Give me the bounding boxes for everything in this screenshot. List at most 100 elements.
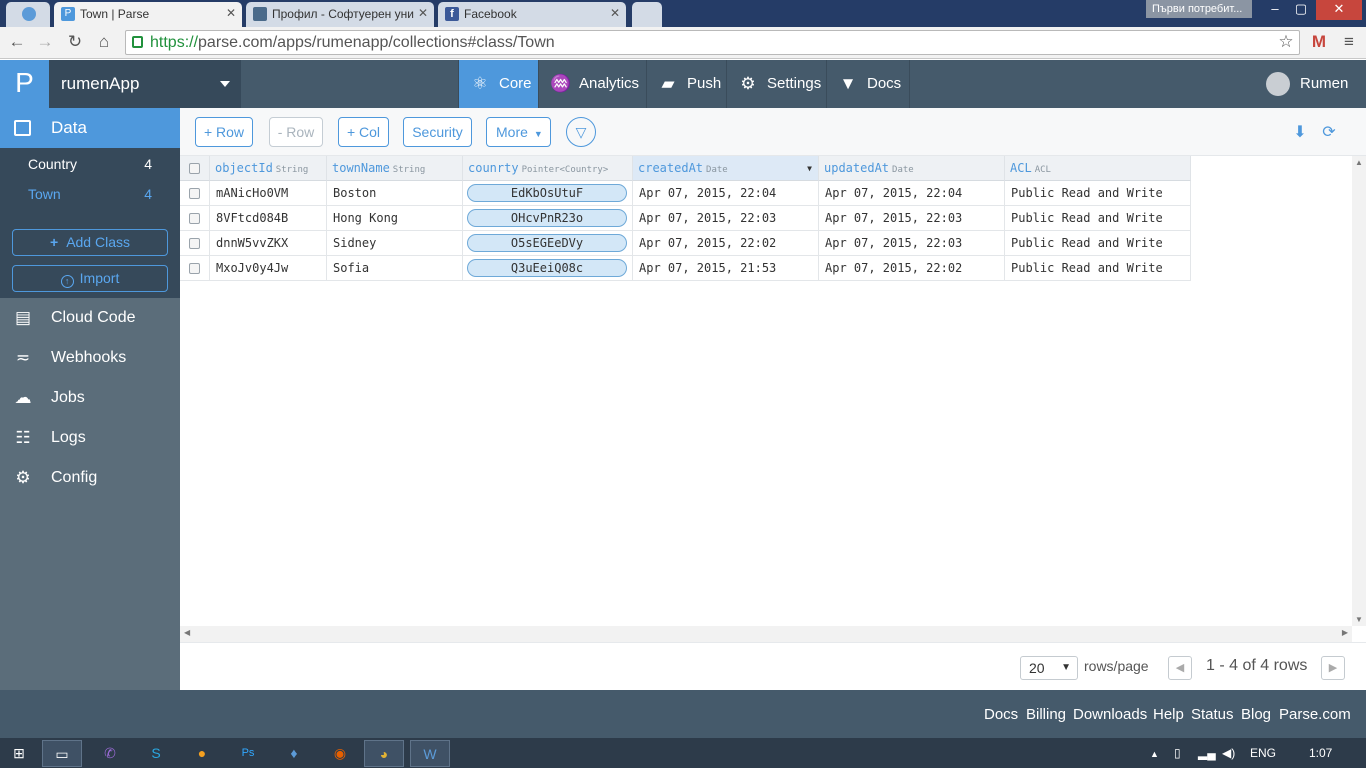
clock[interactable]: 1:07: [1309, 746, 1332, 760]
cell-createdat[interactable]: Apr 07, 2015, 21:53: [633, 256, 819, 281]
parse-logo[interactable]: P: [0, 60, 49, 108]
cell-updatedat[interactable]: Apr 07, 2015, 22:04: [819, 181, 1005, 206]
footer-link-status[interactable]: Status: [1191, 706, 1234, 723]
row-checkbox[interactable]: [189, 188, 200, 199]
back-icon[interactable]: ←: [6, 31, 28, 53]
close-icon[interactable]: ✕: [226, 6, 236, 20]
tab-parse[interactable]: P Town | Parse ✕: [54, 2, 242, 27]
cell-townname[interactable]: Hong Kong: [327, 206, 463, 231]
row-checkbox[interactable]: [189, 213, 200, 224]
avast-icon[interactable]: ●: [182, 740, 222, 767]
nav-analytics[interactable]: ♒ Analytics: [538, 60, 646, 108]
chrome-icon[interactable]: ◕: [364, 740, 404, 767]
scroll-left-icon[interactable]: ◀: [184, 628, 190, 637]
firefox-icon[interactable]: ◉: [320, 740, 360, 767]
pointer-pill[interactable]: O5sEGEeDVy: [467, 234, 627, 252]
close-icon[interactable]: ✕: [610, 6, 620, 20]
vertical-scrollbar[interactable]: ▲ ▼: [1352, 156, 1366, 626]
cell-objectid[interactable]: dnnW5vvZKX: [210, 231, 327, 256]
add-row-button[interactable]: + Row: [195, 117, 253, 147]
tab-globe[interactable]: [6, 2, 50, 27]
explorer-icon[interactable]: ▭: [42, 740, 82, 767]
word-icon[interactable]: W: [410, 740, 450, 767]
security-button[interactable]: Security: [403, 117, 472, 147]
select-all-checkbox[interactable]: [189, 163, 200, 174]
nav-core[interactable]: ⚛ Core: [458, 60, 538, 108]
profile-tag[interactable]: Първи потребит...: [1146, 0, 1252, 18]
sidebar-item-config[interactable]: ⚙ Config: [0, 458, 180, 498]
star-icon[interactable]: ☆: [1275, 31, 1297, 53]
column-header[interactable]: objectId String: [210, 156, 327, 181]
signal-icon[interactable]: ▂▄: [1198, 746, 1216, 760]
row-checkbox[interactable]: [189, 238, 200, 249]
tab-facebook[interactable]: f Facebook ✕: [438, 2, 626, 27]
cell-updatedat[interactable]: Apr 07, 2015, 22:02: [819, 256, 1005, 281]
cell-pointer[interactable]: Q3uEeiQ08c: [463, 256, 633, 281]
prev-page-button[interactable]: ◀: [1168, 656, 1192, 680]
windows-start-icon[interactable]: ⊞: [0, 740, 38, 767]
scroll-down-icon[interactable]: ▼: [1355, 615, 1363, 624]
battery-icon[interactable]: ▯: [1174, 746, 1181, 760]
class-item-town[interactable]: Town 4: [0, 179, 180, 209]
column-header[interactable]: townName String: [327, 156, 463, 181]
import-button[interactable]: ↑ Import: [12, 265, 168, 292]
language-indicator[interactable]: ENG: [1250, 746, 1276, 760]
footer-link-blog[interactable]: Blog: [1241, 706, 1271, 723]
cell-createdat[interactable]: Apr 07, 2015, 22:03: [633, 206, 819, 231]
cell-acl[interactable]: Public Read and Write: [1005, 256, 1191, 281]
forward-icon[interactable]: →: [34, 31, 56, 53]
cell-townname[interactable]: Sofia: [327, 256, 463, 281]
cell-objectid[interactable]: MxoJv0y4Jw: [210, 256, 327, 281]
app-selector[interactable]: rumenApp: [49, 60, 241, 108]
drop-icon[interactable]: ♦: [274, 740, 314, 767]
tab-softuni[interactable]: Профил - Софтуерен уни ✕: [246, 2, 434, 27]
gmail-icon[interactable]: M: [1308, 31, 1330, 53]
cell-acl[interactable]: Public Read and Write: [1005, 231, 1191, 256]
reload-icon[interactable]: ↻: [64, 31, 86, 53]
cell-createdat[interactable]: Apr 07, 2015, 22:04: [633, 181, 819, 206]
next-page-button[interactable]: ▶: [1321, 656, 1345, 680]
pointer-pill[interactable]: OHcvPnR23o: [467, 209, 627, 227]
column-header[interactable]: updatedAt Date: [819, 156, 1005, 181]
scroll-right-icon[interactable]: ▶: [1342, 628, 1348, 637]
cell-updatedat[interactable]: Apr 07, 2015, 22:03: [819, 206, 1005, 231]
cell-updatedat[interactable]: Apr 07, 2015, 22:03: [819, 231, 1005, 256]
class-item-country[interactable]: Country 4: [0, 149, 180, 179]
footer-link-docs[interactable]: Docs: [984, 706, 1018, 723]
pointer-pill[interactable]: Q3uEeiQ08c: [467, 259, 627, 277]
photoshop-icon[interactable]: Ps: [228, 740, 268, 767]
add-column-button[interactable]: + Col: [338, 117, 389, 147]
column-header[interactable]: createdAt Date ▼: [633, 156, 819, 181]
window-close-icon[interactable]: ✕: [1316, 0, 1362, 20]
home-icon[interactable]: ⌂: [93, 31, 115, 53]
footer-link-downloads[interactable]: Downloads: [1073, 706, 1147, 723]
viber-icon[interactable]: ✆: [90, 740, 130, 767]
more-button[interactable]: More ▼: [486, 117, 551, 147]
export-icon[interactable]: ⬇: [1291, 124, 1309, 142]
nav-docs[interactable]: ▼ Docs: [826, 60, 910, 108]
cell-objectid[interactable]: 8VFtcd084B: [210, 206, 327, 231]
tray-expand-icon[interactable]: ▲: [1150, 749, 1159, 759]
sort-desc-icon[interactable]: ▼: [807, 156, 812, 180]
row-checkbox[interactable]: [189, 263, 200, 274]
sidebar-item-webhooks[interactable]: ≂ Webhooks: [0, 338, 180, 378]
column-header[interactable]: counrty Pointer<Country>: [463, 156, 633, 181]
sidebar-item-logs[interactable]: ☷ Logs: [0, 418, 180, 458]
nav-settings[interactable]: ⚙ Settings: [726, 60, 826, 108]
pointer-pill[interactable]: EdKbOsUtuF: [467, 184, 627, 202]
refresh-icon[interactable]: ⟳: [1320, 124, 1338, 142]
add-class-button[interactable]: + Add Class: [12, 229, 168, 256]
menu-icon[interactable]: ≡: [1338, 31, 1360, 53]
skype-icon[interactable]: S: [136, 740, 176, 767]
cell-pointer[interactable]: OHcvPnR23o: [463, 206, 633, 231]
filter-button[interactable]: ▽: [566, 117, 596, 147]
sidebar-item-cloud-code[interactable]: ▤ Cloud Code: [0, 298, 180, 338]
cell-townname[interactable]: Sidney: [327, 231, 463, 256]
url-input[interactable]: https://parse.com/apps/rumenapp/collecti…: [125, 30, 1300, 55]
sidebar-item-data[interactable]: Data: [0, 108, 180, 148]
sidebar-item-jobs[interactable]: ☁ Jobs: [0, 378, 180, 418]
minimize-icon[interactable]: –: [1262, 0, 1288, 20]
cell-acl[interactable]: Public Read and Write: [1005, 206, 1191, 231]
user-menu[interactable]: Rumen: [1266, 60, 1348, 108]
volume-icon[interactable]: ◀): [1222, 746, 1235, 760]
